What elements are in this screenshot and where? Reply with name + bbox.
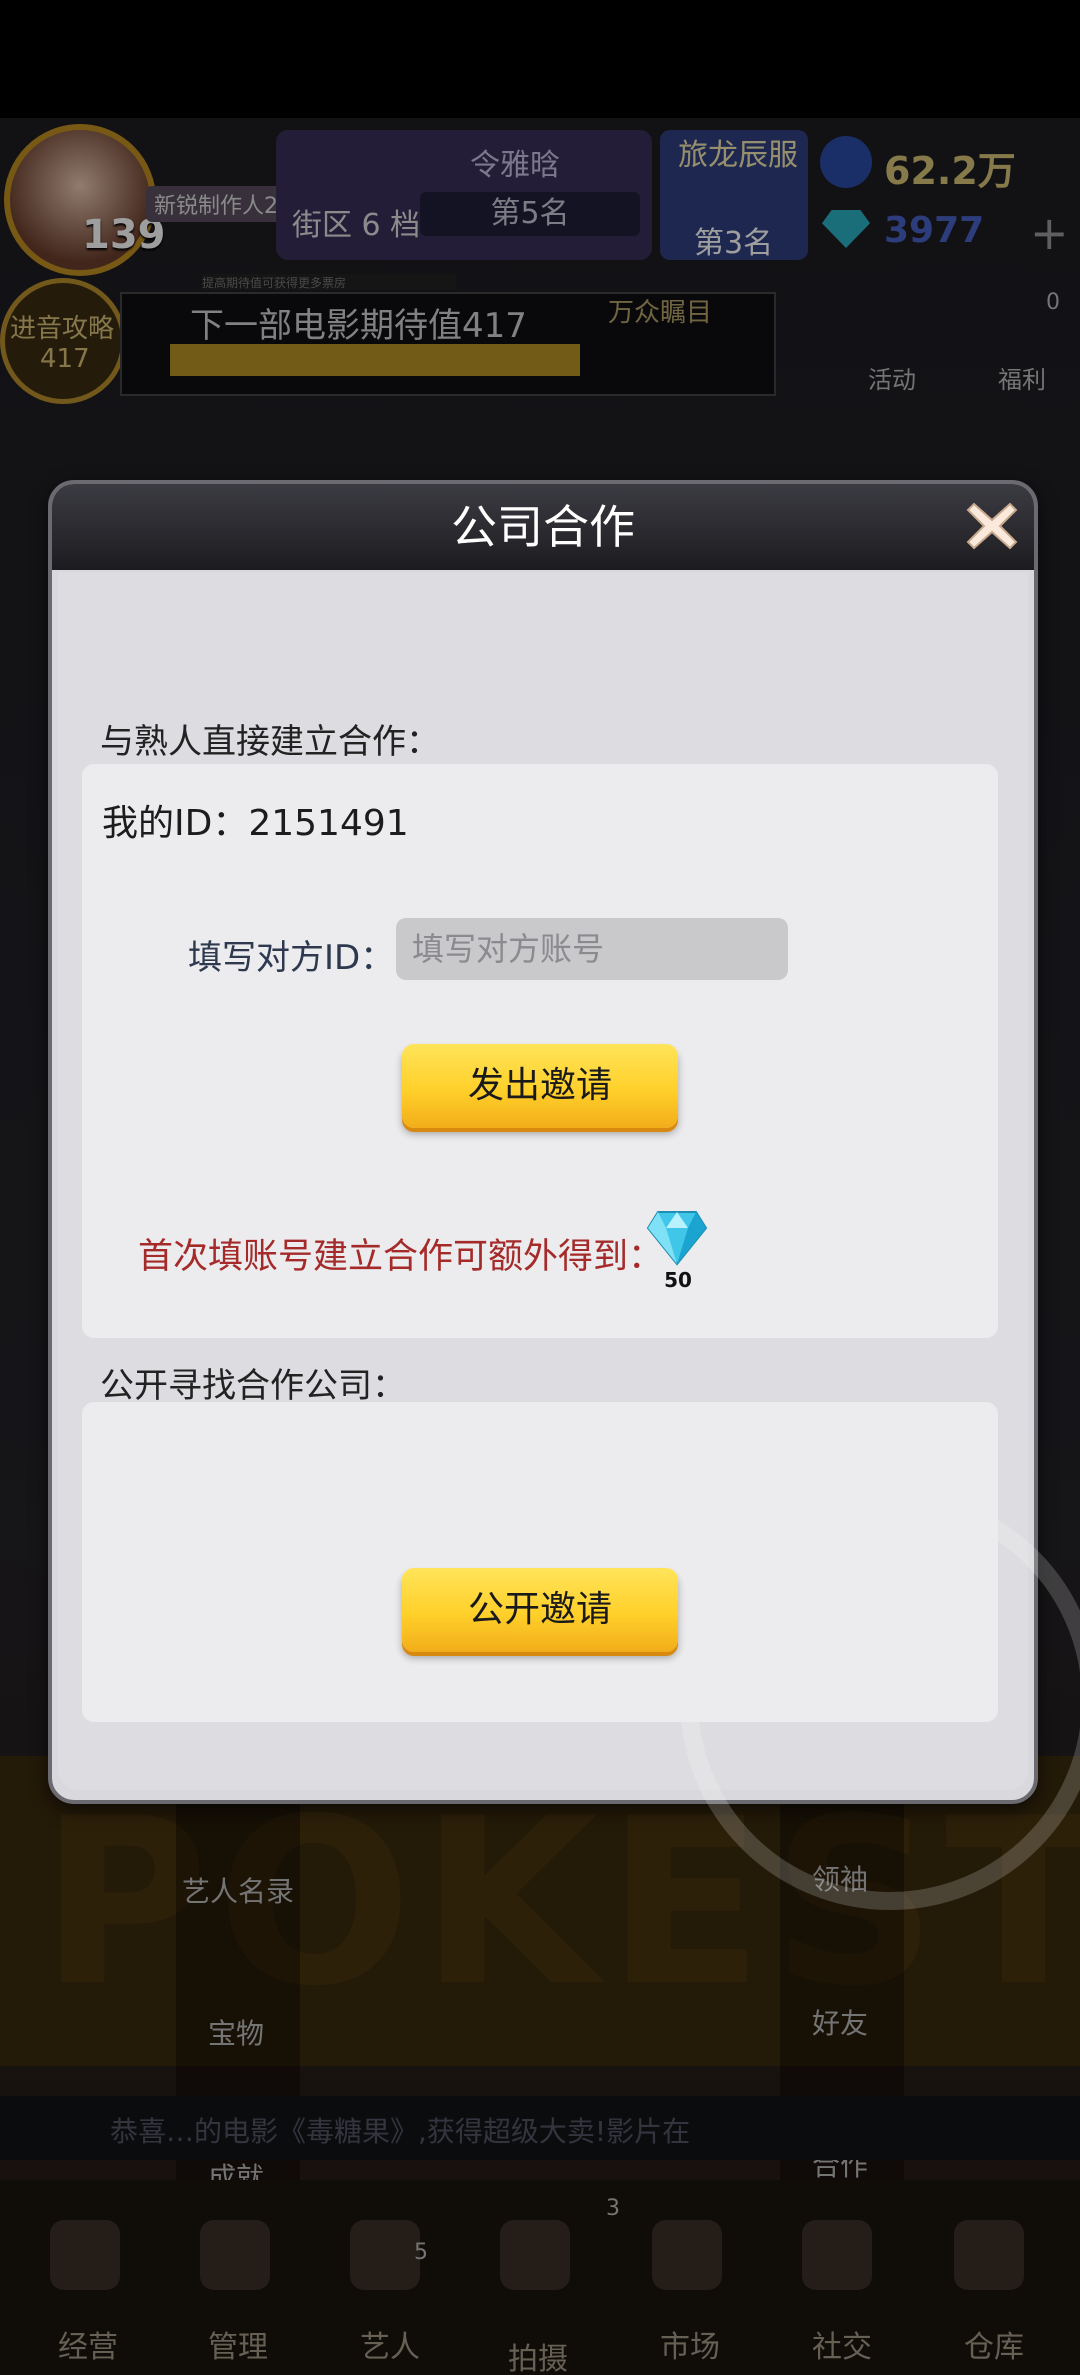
public-invite-button[interactable]: 公开邀请 xyxy=(402,1568,678,1652)
close-button[interactable] xyxy=(964,498,1020,554)
reward-amount: 50 xyxy=(664,1268,692,1292)
reward-text: 首次填账号建立合作可额外得到： xyxy=(138,1237,664,1277)
fill-id-label: 填写对方ID： xyxy=(188,938,395,978)
public-cooperation-card xyxy=(82,1402,998,1722)
send-invite-button[interactable]: 发出邀请 xyxy=(402,1044,678,1128)
dialog-title: 公司合作 xyxy=(451,500,635,554)
my-id: 我的ID：2151491 xyxy=(102,803,409,844)
diamond-icon xyxy=(646,1211,708,1266)
direct-cooperation-label: 与熟人直接建立合作： xyxy=(100,722,440,762)
partner-id-input[interactable] xyxy=(396,918,788,980)
public-cooperation-label: 公开寻找合作公司： xyxy=(100,1366,406,1406)
close-icon xyxy=(966,502,1018,550)
